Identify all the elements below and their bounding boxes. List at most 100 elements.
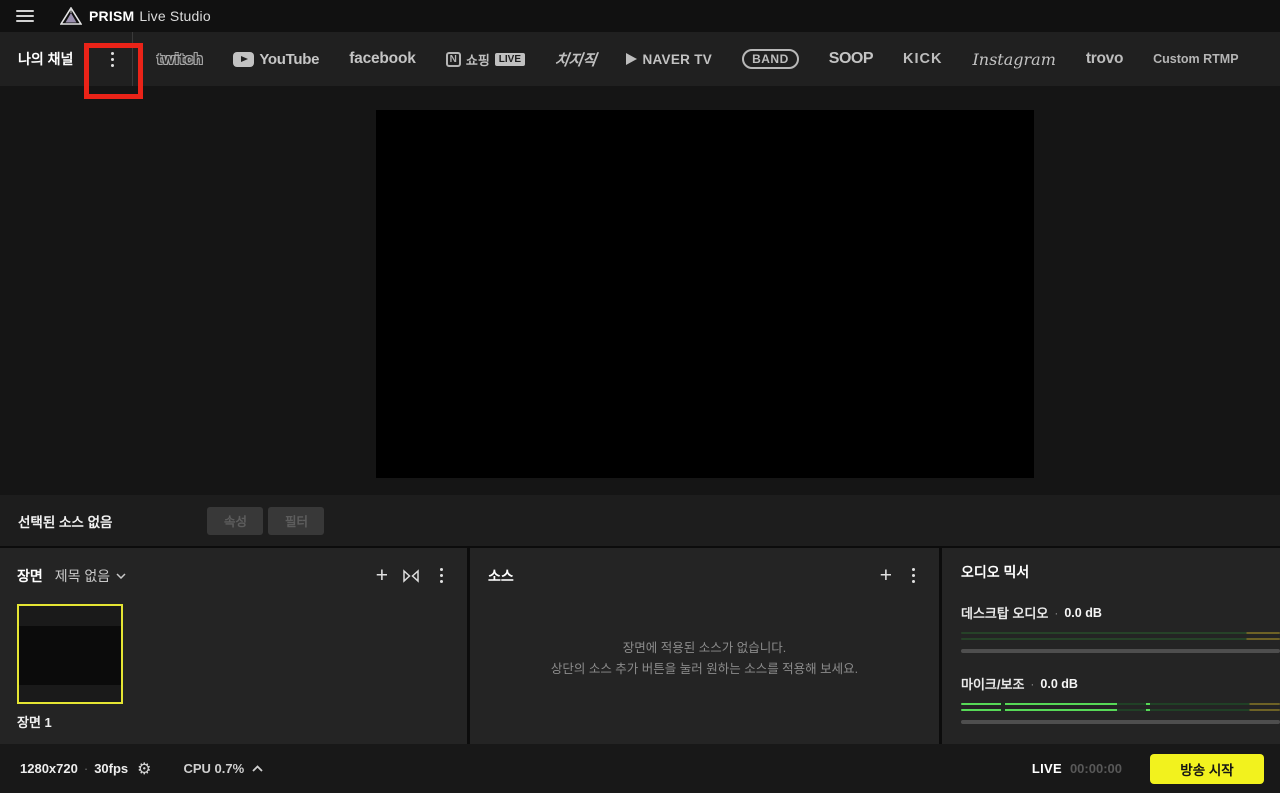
settings-gear-icon[interactable]: ⚙	[137, 759, 151, 779]
prism-live-studio-window: PRISM Live Studio 나의 채널 twitch YouTube fa…	[0, 0, 1280, 793]
resolution-value: 1280x720	[20, 761, 78, 776]
platform-instagram-label: Instagram	[972, 49, 1056, 69]
platform-instagram[interactable]: Instagram	[972, 50, 1055, 69]
platform-naver-tv-label: NAVER TV	[642, 51, 713, 67]
fps-value: 30fps	[94, 761, 129, 776]
platform-shopping-label: 쇼핑	[465, 52, 490, 68]
prism-logo-icon	[60, 7, 82, 25]
platform-custom-rtmp[interactable]: Custom RTMP	[1153, 52, 1238, 66]
audio-channel-desktop-label: 데스크탑 오디오 · 0.0 dB	[961, 603, 1280, 622]
volume-slider-desktop[interactable]	[961, 649, 1280, 653]
live-status: LIVE 00:00:00 방송 시작	[1031, 753, 1264, 784]
my-channel-label: 나의 채널	[18, 51, 74, 67]
scene-collection-name: 제목 없음	[54, 567, 111, 584]
separator-dot: ·	[1030, 676, 1035, 691]
platform-twitch-label: twitch	[157, 50, 204, 68]
scene-panel-title: 장면	[17, 567, 43, 584]
audio-channel-mic-label: 마이크/보조 · 0.0 dB	[961, 674, 1280, 693]
scene-thumbnail[interactable]	[17, 604, 123, 704]
platform-youtube[interactable]: YouTube	[233, 51, 319, 68]
audio-channel-desktop: 데스크탑 오디오 · 0.0 dB	[961, 603, 1280, 653]
source-empty-message: 장면에 적용된 소스가 없습니다. 상단의 소스 추가 버튼을 눌러 원하는 소…	[488, 589, 921, 744]
platform-soop[interactable]: SOOP	[828, 50, 874, 68]
platform-naver-tv[interactable]: NAVER TV	[626, 52, 712, 67]
channel-bar: 나의 채널 twitch YouTube facebook N 쇼핑 LIVE 치지…	[0, 32, 1280, 86]
no-source-selected-label: 선택된 소스 없음	[18, 514, 113, 530]
source-more-icon[interactable]	[906, 562, 921, 589]
audio-channel-mic-level: 0.0 dB	[1040, 676, 1078, 691]
platform-custom-rtmp-label: Custom RTMP	[1153, 52, 1239, 66]
source-empty-line2: 상단의 소스 추가 버튼을 눌러 원하는 소스를 적용해 보세요.	[550, 661, 859, 676]
platform-youtube-label: YouTube	[259, 50, 320, 68]
source-panel-header: 소스 +	[488, 562, 921, 589]
cpu-status[interactable]: CPU 0.7%	[184, 761, 264, 776]
source-panel-title: 소스	[488, 567, 514, 584]
audio-channel-desktop-name: 데스크탑 오디오	[961, 606, 1049, 621]
scene-panel-icons: +	[376, 562, 449, 589]
platform-facebook-label: facebook	[349, 50, 416, 67]
filter-button[interactable]: 필터	[268, 506, 325, 535]
audio-channel-desktop-level: 0.0 dB	[1064, 605, 1102, 620]
scene-name: 장면 1	[17, 715, 52, 730]
platform-chzzk-label: 치지직	[553, 51, 598, 69]
platform-shopping-live[interactable]: N 쇼핑 LIVE	[445, 50, 526, 69]
scene-thumbnail-video	[19, 626, 121, 685]
platform-chzzk[interactable]: 치지직	[553, 49, 598, 70]
audio-mixer-header: 오디오 믹서	[961, 562, 1280, 582]
output-settings: 1280x720 · 30fps	[20, 761, 128, 776]
source-empty-line1: 장면에 적용된 소스가 없습니다.	[622, 640, 787, 655]
add-source-icon[interactable]: +	[880, 565, 892, 586]
naver-n-icon: N	[445, 51, 461, 67]
my-channel-section: 나의 채널	[0, 32, 133, 86]
scene-panel-header: 장면 제목 없음 +	[17, 562, 449, 589]
scene-more-icon[interactable]	[434, 562, 449, 589]
chevron-down-icon	[116, 572, 126, 579]
platform-facebook[interactable]: facebook	[349, 50, 416, 68]
channel-more-icon[interactable]	[105, 46, 120, 73]
app-title: PRISM Live Studio	[89, 8, 211, 24]
live-timer: 00:00:00	[1069, 761, 1122, 776]
audio-meter-mic	[961, 703, 1280, 711]
status-bar: 1280x720 · 30fps ⚙ CPU 0.7% LIVE 00:00:0…	[0, 744, 1280, 793]
app-title-bold: PRISM	[89, 8, 135, 24]
selected-source-toolbar: 선택된 소스 없음 속성 필터	[0, 495, 1280, 546]
audio-meter-desktop	[961, 632, 1280, 640]
titlebar: PRISM Live Studio	[0, 0, 1280, 32]
platform-kick[interactable]: KICK	[903, 51, 942, 67]
live-label: LIVE	[1031, 761, 1062, 776]
source-panel: 소스 + 장면에 적용된 소스가 없습니다. 상단의 소스 추가 버튼을 눌러 …	[470, 548, 939, 744]
audio-mixer-panel: 오디오 믹서 데스크탑 오디오 · 0.0 dB 마이크/보조 · 0.0 dB	[942, 548, 1280, 744]
dock-panels: 장면 제목 없음 + 장면 1 소스 + 장면에 적용된 소스가 없습니다. 상…	[0, 546, 1280, 744]
app-title-rest: Live Studio	[139, 8, 211, 24]
platform-trovo[interactable]: trovo	[1085, 50, 1124, 68]
platform-band[interactable]: BAND	[742, 49, 799, 69]
platform-soop-label: SOOP	[828, 50, 874, 67]
video-canvas[interactable]	[376, 110, 1034, 478]
shopping-live-badge: LIVE	[494, 52, 526, 66]
start-broadcast-button[interactable]: 방송 시작	[1150, 753, 1264, 784]
audio-channel-mic-name: 마이크/보조	[961, 677, 1025, 692]
app-brand: PRISM Live Studio	[60, 7, 211, 25]
properties-button[interactable]: 속성	[207, 506, 264, 535]
separator-dot: ·	[83, 761, 89, 776]
platform-kick-label: KICK	[903, 51, 943, 67]
naver-tv-play-icon	[626, 53, 638, 65]
chevron-up-icon	[252, 765, 263, 772]
add-scene-icon[interactable]: +	[376, 565, 388, 586]
separator-dot: ·	[1054, 605, 1059, 620]
preview-area	[0, 86, 1280, 495]
source-action-buttons: 속성 필터	[207, 506, 325, 535]
scene-collection-selector[interactable]: 제목 없음	[55, 566, 126, 586]
hamburger-menu-icon[interactable]	[16, 10, 34, 22]
audio-channel-mic: 마이크/보조 · 0.0 dB	[961, 674, 1280, 724]
youtube-play-icon	[233, 51, 255, 67]
platform-list: twitch YouTube facebook N 쇼핑 LIVE 치지직 NAVE…	[157, 49, 1239, 70]
cpu-usage-value: CPU 0.7%	[183, 761, 245, 776]
scene-transition-icon[interactable]	[402, 568, 420, 583]
scene-panel: 장면 제목 없음 + 장면 1	[0, 548, 467, 744]
audio-mixer-title: 오디오 믹서	[961, 564, 1030, 580]
platform-twitch[interactable]: twitch	[157, 51, 203, 68]
source-panel-icons: +	[880, 562, 921, 589]
volume-slider-mic[interactable]	[961, 720, 1280, 724]
platform-trovo-label: trovo	[1085, 50, 1124, 67]
